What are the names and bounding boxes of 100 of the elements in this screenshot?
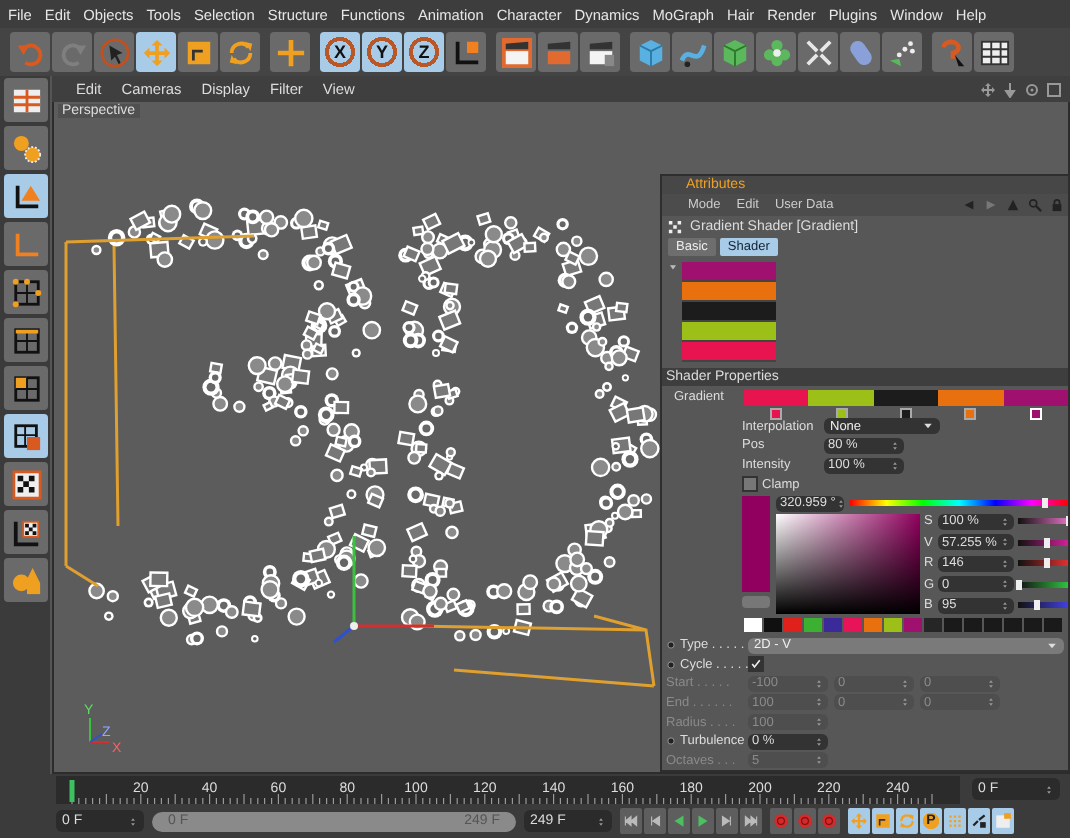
toolbar-button[interactable]	[4, 510, 48, 554]
color-swatch[interactable]	[884, 617, 902, 632]
spinner-icon	[890, 459, 900, 472]
color-swatch[interactable]	[944, 617, 962, 632]
channel-slider[interactable]	[1018, 581, 1068, 588]
triangle-icon	[668, 261, 678, 272]
help-icon	[937, 37, 967, 67]
spinner-icon	[986, 696, 996, 709]
clapper-icon	[585, 37, 615, 67]
slider-thumb[interactable]	[1041, 498, 1047, 509]
clapper-icon	[543, 37, 573, 67]
dot-grid-icon	[946, 812, 964, 830]
checkbox[interactable]	[742, 476, 758, 493]
record-button[interactable]	[794, 808, 816, 834]
playback-button[interactable]	[740, 808, 762, 834]
axis-icon	[11, 229, 41, 259]
channel-slider[interactable]	[1018, 560, 1068, 567]
color-swatch[interactable]	[964, 617, 982, 632]
gradient-bar[interactable]	[744, 389, 1068, 406]
gradient-knot[interactable]	[964, 407, 977, 420]
hue-slider[interactable]	[850, 500, 1068, 507]
spinner-icon	[1000, 557, 1010, 570]
slider-thumb[interactable]	[1033, 600, 1040, 611]
down-arrow-icon	[1002, 81, 1018, 97]
spinner-icon	[1000, 515, 1010, 528]
toolbar-button[interactable]	[178, 32, 218, 72]
gradient-knot[interactable]	[900, 407, 913, 420]
checkbox[interactable]	[748, 656, 764, 673]
play-reverse-icon	[670, 812, 688, 830]
shapes-icon	[11, 565, 41, 595]
axis-toggle-button[interactable]: Y	[362, 32, 402, 72]
playback-button[interactable]	[644, 808, 666, 834]
slider-thumb[interactable]	[1043, 558, 1050, 569]
toolbar-button[interactable]	[974, 32, 1014, 72]
playback-button[interactable]	[620, 808, 642, 834]
toolbar-button[interactable]	[496, 32, 536, 72]
step-forward-icon	[718, 812, 736, 830]
color-swatch[interactable]	[984, 617, 1002, 632]
channel-slider[interactable]	[1018, 518, 1068, 525]
scale-icon	[874, 812, 892, 830]
color-swatch[interactable]	[764, 617, 782, 632]
key-tool-button[interactable]	[872, 808, 894, 834]
search-icon	[1028, 197, 1042, 212]
toolbar-button[interactable]	[4, 270, 48, 314]
axis-gizmo-drawing	[333, 536, 434, 644]
up-arrow-icon	[1006, 197, 1020, 212]
color-swatch[interactable]	[1044, 617, 1062, 632]
spinner-icon	[128, 815, 138, 827]
color-swatch[interactable]	[904, 617, 922, 632]
channel-slider[interactable]	[1018, 539, 1068, 546]
color-swatch[interactable]	[1024, 617, 1042, 632]
color-swatch[interactable]	[744, 617, 762, 632]
cursor-icon	[99, 37, 129, 67]
toolbar-button[interactable]	[4, 174, 48, 218]
spinner-icon	[814, 754, 824, 767]
keyframe-dot-icon	[666, 640, 676, 651]
color-swatch[interactable]	[1004, 617, 1022, 632]
grid-icon	[11, 421, 41, 451]
playback-button[interactable]	[668, 808, 690, 834]
color-swatch[interactable]	[864, 617, 882, 632]
toolbar-button[interactable]	[4, 414, 48, 458]
playback-button[interactable]	[716, 808, 738, 834]
toolbar-button[interactable]	[4, 462, 48, 506]
table-icon	[979, 37, 1009, 67]
spinner-icon	[814, 716, 824, 729]
vertex-grid-icon	[11, 277, 41, 307]
slider-thumb[interactable]	[1015, 579, 1021, 590]
caret-icon	[1046, 639, 1058, 652]
toolbar-button[interactable]	[446, 32, 486, 72]
axis-toggle-button[interactable]: Z	[404, 32, 444, 72]
grid-icon	[11, 325, 41, 355]
caret-icon	[922, 420, 934, 433]
check-icon	[750, 658, 762, 671]
toolbar-button[interactable]	[4, 366, 48, 410]
checker-icon	[11, 517, 41, 547]
cube-icon	[635, 37, 665, 67]
toolbar-button[interactable]	[580, 32, 620, 72]
color-swatch[interactable]	[824, 617, 842, 632]
slider-thumb[interactable]	[1043, 537, 1050, 548]
color-swatch[interactable]	[924, 617, 942, 632]
playback-button[interactable]	[692, 808, 714, 834]
color-swatch[interactable]	[784, 617, 802, 632]
keyframe-dot-icon	[666, 659, 676, 670]
saturation-value-picker[interactable]	[776, 513, 920, 614]
spinner-icon	[900, 677, 910, 690]
keyframe-dot-icon	[666, 736, 676, 747]
record-button[interactable]	[770, 808, 792, 834]
move-icon	[850, 812, 868, 830]
color-swatch[interactable]	[844, 617, 862, 632]
gradient-knot[interactable]	[770, 407, 783, 420]
step-back-icon	[646, 812, 664, 830]
record-button[interactable]	[818, 808, 840, 834]
rotate-icon	[898, 812, 916, 830]
toolbar-button[interactable]	[4, 318, 48, 362]
checker-icon	[11, 469, 41, 499]
channel-slider[interactable]	[1018, 602, 1068, 609]
key-tool-button[interactable]	[968, 808, 990, 834]
axis-toggle-button[interactable]: X	[320, 32, 360, 72]
gradient-knot[interactable]	[835, 407, 848, 420]
color-swatch[interactable]	[804, 617, 822, 632]
